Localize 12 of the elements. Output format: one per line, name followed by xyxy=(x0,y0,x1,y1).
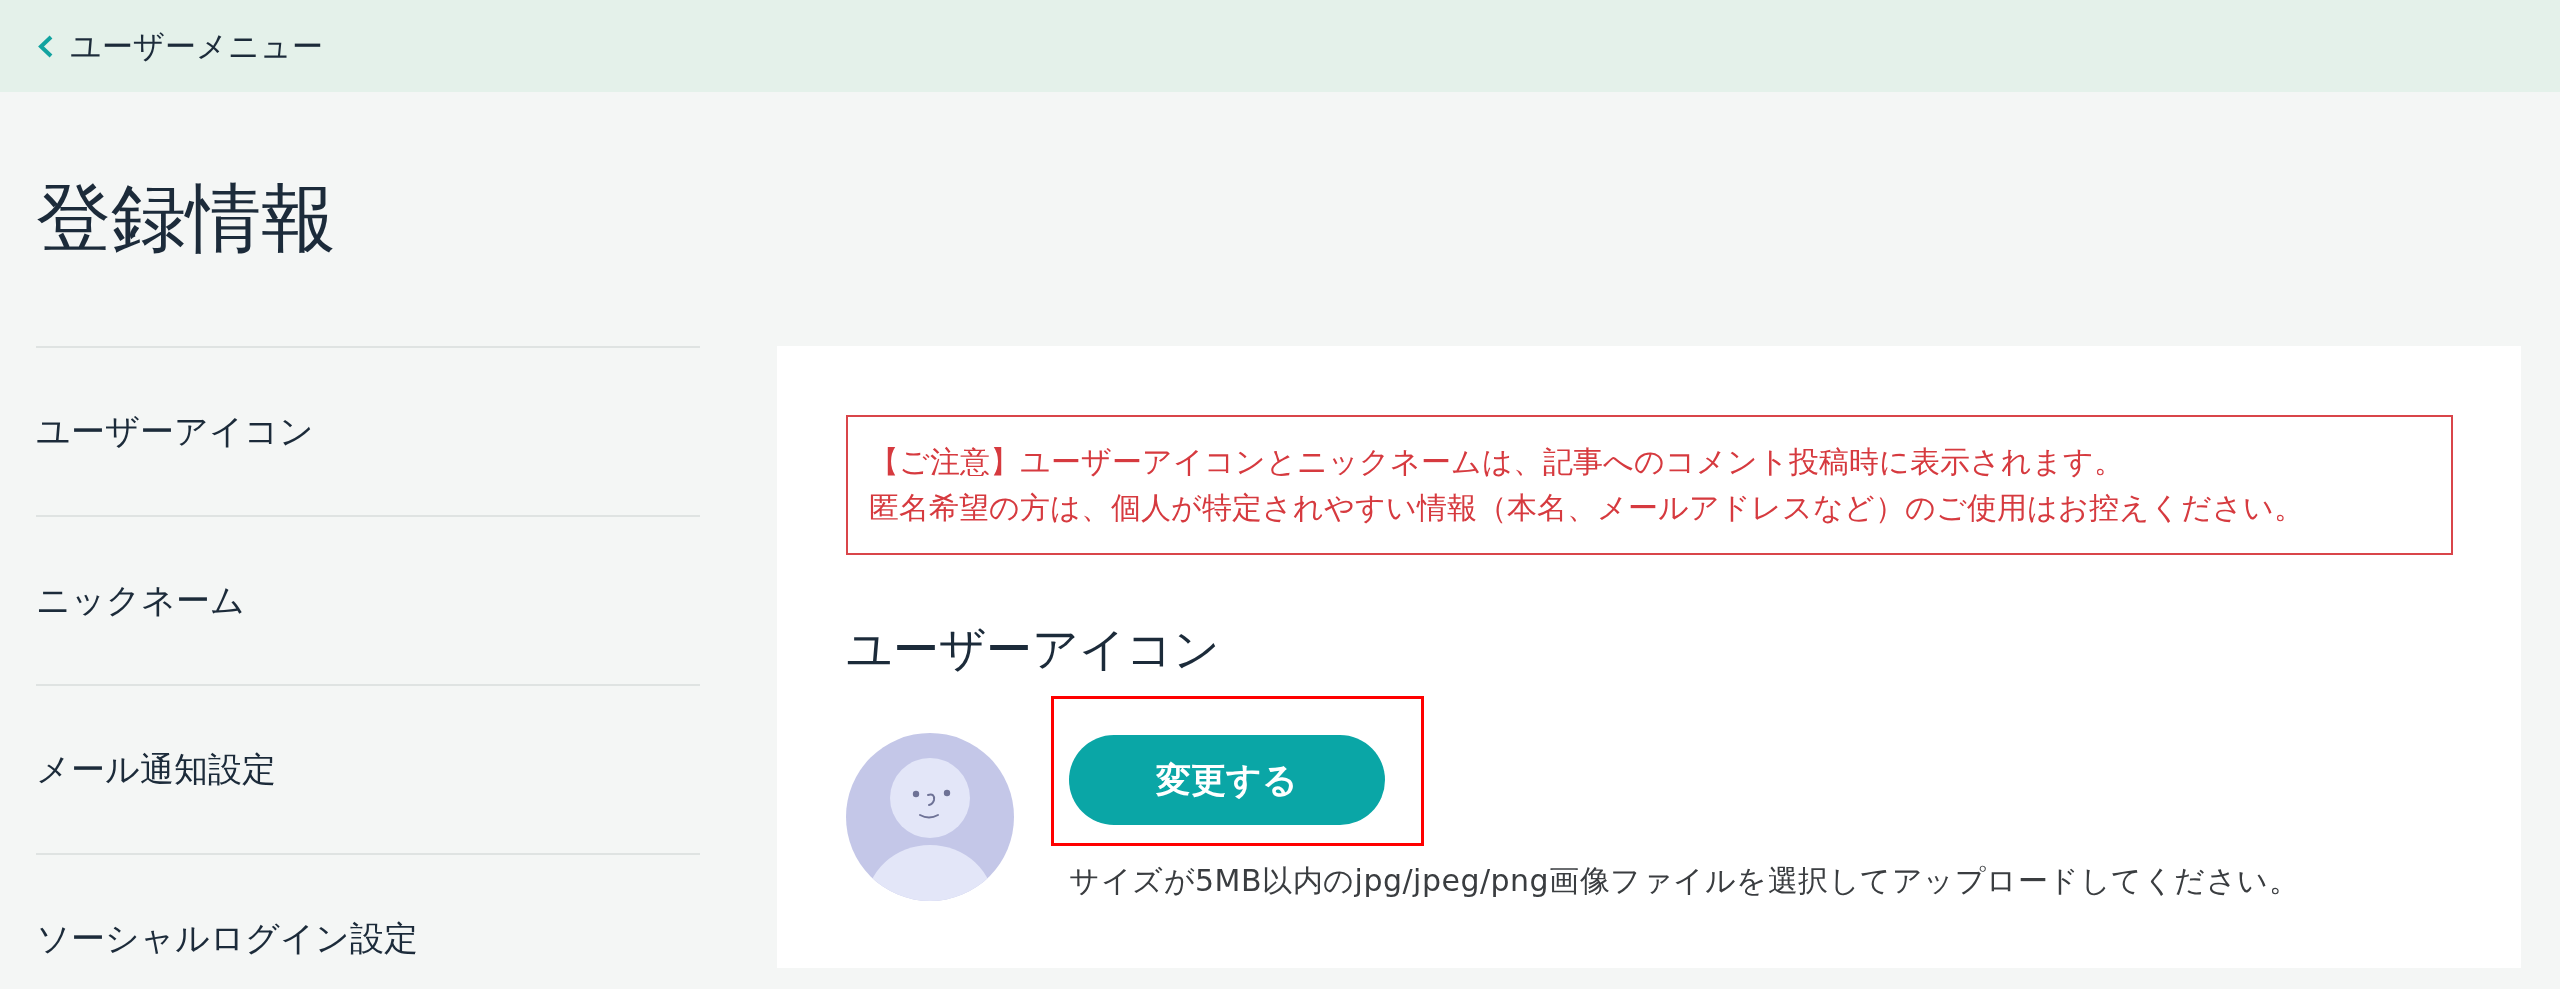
sidebar-link[interactable]: ユーザーアイコン xyxy=(36,411,314,451)
chevron-left-icon xyxy=(36,34,55,58)
notice-text: 匿名希望の方は、個人が特定されやすい情報（本名、メールアドレスなど）のご使用はお控えください。 xyxy=(869,489,2304,527)
default-avatar-icon xyxy=(846,733,1014,901)
sidebar-link[interactable]: ニックネーム xyxy=(36,580,245,620)
back-link[interactable]: ユーザーメニュー xyxy=(36,25,323,67)
help-text: サイズが5MB以内のjpg/jpeg/png画像ファイルを選択してアップロードしてください。 xyxy=(1069,862,2300,900)
section-title: ユーザーアイコン xyxy=(846,621,1220,678)
notice-text: 【ご注意】ユーザーアイコンとニックネームは、記事へのコメント投稿時に表示されます。 xyxy=(869,443,2124,481)
sidebar-link[interactable]: ソーシャルログイン設定 xyxy=(36,918,418,958)
page-title: 登録情報 xyxy=(36,174,336,262)
sidebar-link[interactable]: メール通知設定 xyxy=(36,749,276,789)
